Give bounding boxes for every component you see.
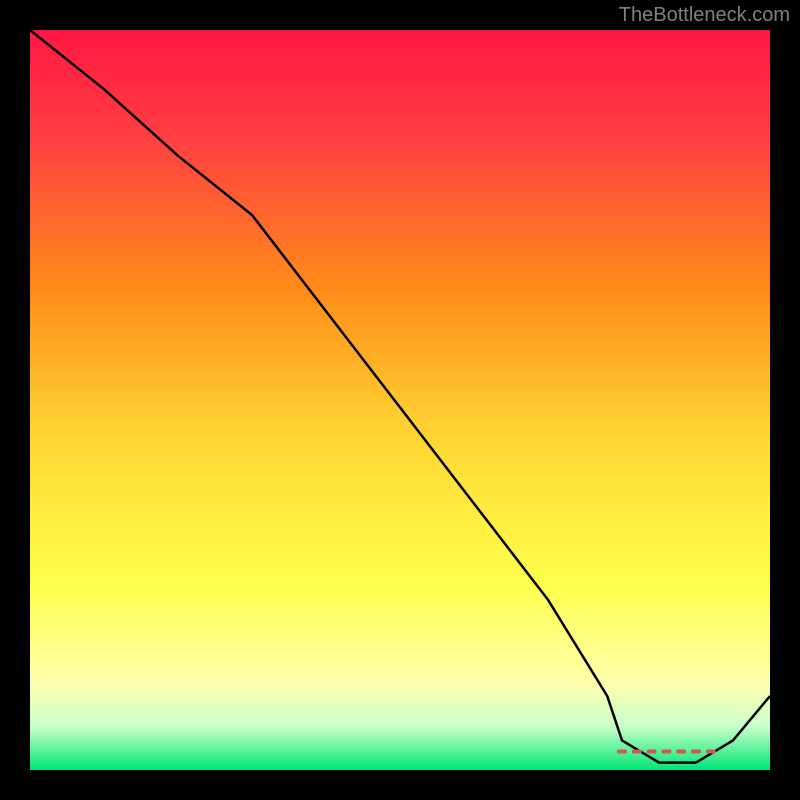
chart-background (30, 30, 770, 770)
chart-svg (30, 30, 770, 770)
watermark-text: TheBottleneck.com (619, 4, 790, 27)
chart-plot-area (30, 30, 770, 770)
